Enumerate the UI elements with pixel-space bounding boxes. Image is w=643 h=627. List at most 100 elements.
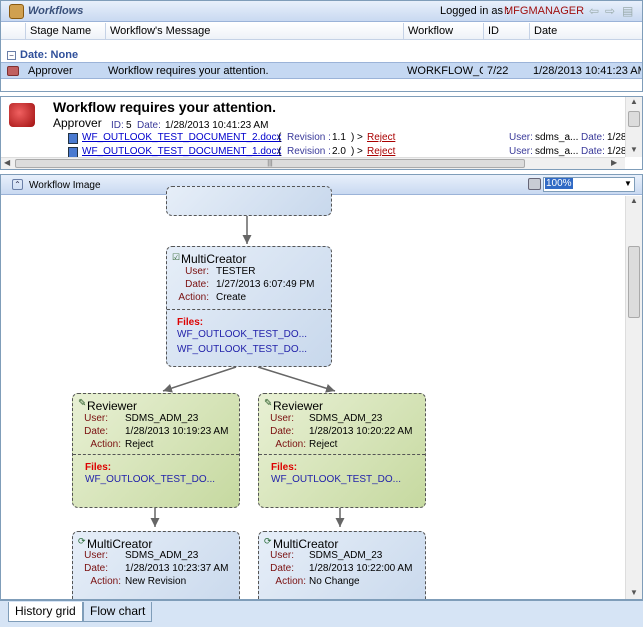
node-user-label: User: <box>84 550 108 561</box>
column-id[interactable]: ID <box>483 23 529 40</box>
reject-link[interactable]: Reject <box>367 132 395 143</box>
node-user: TESTER <box>216 266 256 277</box>
column-stage-name[interactable]: Stage Name <box>25 23 105 40</box>
node-user-label: User: <box>270 413 294 424</box>
connector <box>257 366 336 393</box>
detail-vscroll-thumb[interactable] <box>628 111 640 127</box>
node-title: MultiCreator <box>273 537 339 551</box>
zoom-select[interactable]: 100% ▼ <box>543 177 635 192</box>
node-date: 1/28/2013 10:23:37 AM <box>125 563 229 574</box>
flow-node[interactable]: ✎ Reviewer User: SDMS_ADM_23 Date: 1/28/… <box>258 393 426 508</box>
node-user-label: User: <box>270 550 294 561</box>
node-date-label: Date: <box>84 563 108 574</box>
date-value: 1/28 <box>607 146 627 157</box>
node-file-link[interactable]: WF_OUTLOOK_TEST_DO... <box>177 329 307 340</box>
workflow-image-title: Workflow Image <box>29 180 101 191</box>
group-row[interactable]: − Date: None <box>1 47 642 63</box>
node-file-link[interactable]: WF_OUTLOOK_TEST_DO... <box>177 344 307 355</box>
cell-message: Workflow requires your attention. <box>108 65 269 77</box>
flow-node[interactable]: ✎ Reviewer User: SDMS_ADM_23 Date: 1/28/… <box>72 393 240 508</box>
revision-value: 1.1 <box>332 132 346 143</box>
node-title: Reviewer <box>273 399 324 413</box>
flow-vscroll-thumb[interactable] <box>628 246 640 318</box>
print-icon[interactable] <box>528 178 541 190</box>
scroll-down-icon[interactable]: ▼ <box>630 145 638 154</box>
node-action-label: Action: <box>275 439 306 450</box>
column-workflow[interactable]: Workflow <box>403 23 483 40</box>
multicreator-icon: ⟳ <box>78 536 86 546</box>
scroll-up-icon[interactable]: ▲ <box>630 97 638 106</box>
detail-hscrollbar[interactable]: ◀ ||| ▶ <box>1 157 625 169</box>
scroll-up-icon[interactable]: ▲ <box>630 196 638 205</box>
node-title: MultiCreator <box>181 252 247 266</box>
multicreator-icon: ⟳ <box>264 536 272 546</box>
rev-open: ( <box>278 132 282 143</box>
file-link[interactable]: WF_OUTLOOK_TEST_DOCUMENT_1.docx <box>82 146 281 157</box>
connector <box>162 366 237 393</box>
node-user-label: User: <box>185 266 209 277</box>
node-files-label: Files: <box>271 462 298 473</box>
flow-node-previous[interactable] <box>166 186 332 216</box>
node-date-label: Date: <box>270 426 294 437</box>
column-message[interactable]: Workflow's Message <box>105 23 403 40</box>
reject-link[interactable]: Reject <box>367 146 395 157</box>
scroll-down-icon[interactable]: ▼ <box>630 588 638 597</box>
node-action: Create <box>216 292 247 303</box>
collapse-icon[interactable]: − <box>7 51 16 60</box>
node-user: SDMS_ADM_23 <box>309 550 383 561</box>
node-action: Reject <box>309 439 338 450</box>
workflows-title: Workflows <box>28 5 84 17</box>
detail-heading: Workflow requires your attention. <box>53 99 276 115</box>
node-action: Reject <box>125 439 154 450</box>
file-link[interactable]: WF_OUTLOOK_TEST_DOCUMENT_2.docx <box>82 132 281 143</box>
node-title: Reviewer <box>87 399 138 413</box>
rev-close: ) <box>351 146 355 157</box>
node-files-label: Files: <box>177 317 204 328</box>
node-action-label: Action: <box>90 439 121 450</box>
approver-large-icon <box>9 103 35 127</box>
node-user: SDMS_ADM_23 <box>309 413 383 424</box>
node-files-label: Files: <box>85 462 112 473</box>
scroll-right-icon[interactable]: ▶ <box>611 158 617 167</box>
node-divider <box>167 309 331 310</box>
back-arrow-icon[interactable]: ⇦ <box>589 4 599 18</box>
node-date-label: Date: <box>185 279 209 290</box>
hscroll-grip: ||| <box>267 160 273 167</box>
workflows-panel: Workflows Logged in as : MFGMANAGER ⇦ ⇨ … <box>0 0 643 92</box>
date-label: Date: <box>581 146 605 157</box>
flow-node[interactable]: ⟳ MultiCreator User: SDMS_ADM_23 Date: 1… <box>72 531 240 599</box>
forward-arrow-icon[interactable]: ⇨ <box>605 4 615 18</box>
node-file-link[interactable]: WF_OUTLOOK_TEST_DO... <box>271 474 401 485</box>
detail-date: 1/28/2013 10:41:23 AM <box>165 120 269 131</box>
revision-label: Revision : <box>287 132 331 143</box>
pencil-icon: ✎ <box>264 398 273 409</box>
node-title: MultiCreator <box>87 537 153 551</box>
detail-hscroll-thumb[interactable]: ||| <box>15 159 525 168</box>
group-label: Date: None <box>20 49 79 61</box>
scroll-left-icon[interactable]: ◀ <box>4 158 10 167</box>
collapse-up-icon[interactable]: ⌃ <box>12 179 23 190</box>
cell-workflow: WORKFLOW_O... <box>407 65 483 77</box>
node-action: No Change <box>309 576 360 587</box>
node-action-label: Action: <box>178 292 209 303</box>
detail-date-label: Date: <box>137 120 161 131</box>
flow-node[interactable]: ☑ MultiCreator User: TESTER Date: 1/27/2… <box>166 246 332 367</box>
logged-in-user: MFGMANAGER <box>504 5 585 17</box>
tab-flow-chart[interactable]: Flow chart <box>83 602 153 622</box>
tab-history-grid[interactable]: History grid <box>8 602 83 622</box>
flow-canvas: ☑ MultiCreator User: TESTER Date: 1/27/2… <box>1 186 625 599</box>
column-date[interactable]: Date <box>529 23 642 40</box>
file-row: WF_OUTLOOK_TEST_DOCUMENT_2.docx ( Revisi… <box>1 131 626 146</box>
table-row[interactable]: Approver Workflow requires your attentio… <box>1 63 642 79</box>
node-file-link[interactable]: WF_OUTLOOK_TEST_DO... <box>85 474 215 485</box>
menu-icon[interactable]: ▤ <box>622 4 633 18</box>
chevron-down-icon[interactable]: ▼ <box>624 179 632 188</box>
node-user: SDMS_ADM_23 <box>125 413 199 424</box>
user-label: User: <box>509 146 533 157</box>
user-label: User: <box>509 132 533 143</box>
flow-vscrollbar[interactable]: ▲ ▼ <box>625 196 642 599</box>
flow-node[interactable]: ⟳ MultiCreator User: SDMS_ADM_23 Date: 1… <box>258 531 426 599</box>
node-action-label: Action: <box>275 576 306 587</box>
detail-vscrollbar[interactable]: ▲ ▼ <box>625 97 642 157</box>
detail-id-label: ID: <box>111 120 124 131</box>
